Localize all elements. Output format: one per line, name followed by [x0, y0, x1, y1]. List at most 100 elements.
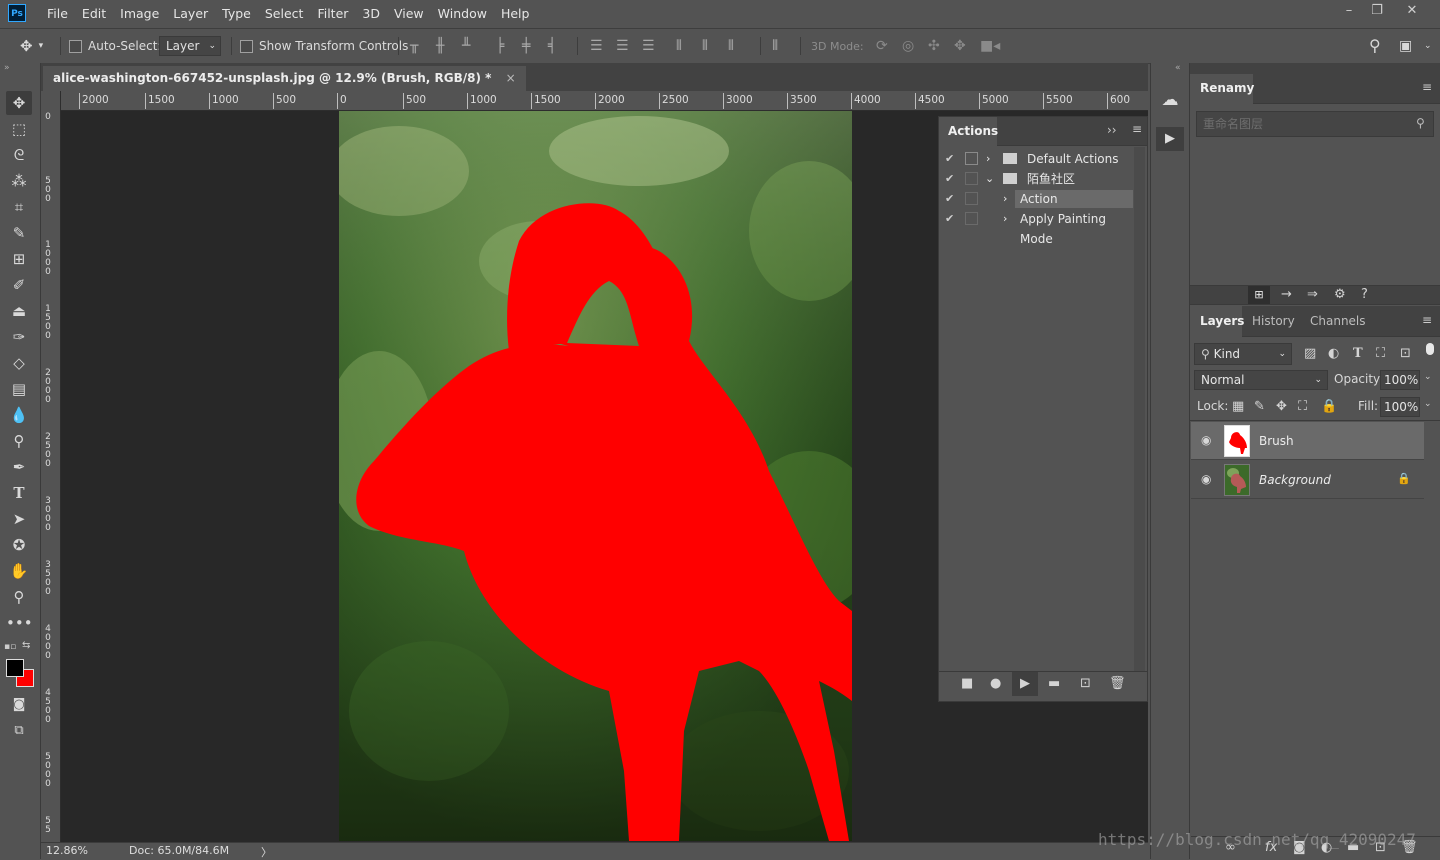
- menu-file[interactable]: File: [40, 6, 75, 21]
- blend-mode-dropdown[interactable]: Normal ⌄: [1194, 370, 1328, 390]
- menu-layer[interactable]: Layer: [166, 6, 215, 21]
- marquee-tool-icon[interactable]: ⬚: [6, 117, 32, 141]
- magic-wand-tool-icon[interactable]: ⁂: [6, 169, 32, 193]
- visibility-eye-icon[interactable]: ◉: [1201, 472, 1215, 486]
- new-action-icon[interactable]: ⊡: [1080, 676, 1091, 692]
- horizontal-ruler[interactable]: 2000 1500 1000 500 0 500 1000 1500 2000 2500 3000 3…: [60, 91, 1148, 111]
- check-icon[interactable]: ✔: [945, 172, 958, 185]
- history-brush-tool-icon[interactable]: ✑: [6, 325, 32, 349]
- tab-renamy[interactable]: Renamy: [1190, 74, 1254, 104]
- blur-tool-icon[interactable]: 💧: [6, 403, 32, 427]
- screen-mode-icon[interactable]: ⧉: [6, 719, 32, 743]
- layer-name[interactable]: Brush: [1259, 422, 1294, 460]
- menu-3d[interactable]: 3D: [355, 6, 387, 21]
- distribute-right-icon[interactable]: ⫴: [728, 38, 734, 54]
- path-selection-tool-icon[interactable]: ➤: [6, 507, 32, 531]
- zoom-level[interactable]: 12.86%: [46, 844, 88, 857]
- action-set-row[interactable]: ✔ › Default Actions: [939, 149, 1134, 169]
- dodge-tool-icon[interactable]: ⚲: [6, 429, 32, 453]
- align-right-icon[interactable]: ╡: [548, 38, 556, 54]
- stop-icon[interactable]: ■: [961, 676, 973, 692]
- chevron-right-icon[interactable]: ›: [1003, 209, 1007, 229]
- tab-actions[interactable]: Actions: [939, 117, 998, 146]
- filter-toggle-icon[interactable]: [1426, 343, 1434, 355]
- panel-menu-icon[interactable]: ≡: [1422, 80, 1432, 94]
- swap-colors-icon[interactable]: ⇆: [22, 640, 30, 651]
- filter-shape-icon[interactable]: ⛶: [1376, 346, 1385, 362]
- creative-cloud-icon[interactable]: ☁: [1156, 87, 1184, 113]
- auto-select-checkbox[interactable]: Auto-Select:: [69, 29, 161, 63]
- type-tool-icon[interactable]: T: [6, 481, 32, 505]
- chevron-down-icon[interactable]: ⌄: [1424, 372, 1432, 382]
- move-tool-preset-icon[interactable]: ✥ ▾: [20, 29, 43, 63]
- eraser-tool-icon[interactable]: ◇: [6, 351, 32, 375]
- show-transform-checkbox[interactable]: Show Transform Controls: [240, 29, 408, 63]
- filter-type-icon[interactable]: T: [1353, 346, 1363, 362]
- panel-menu-icon[interactable]: ≡: [1132, 122, 1142, 136]
- eyedropper-tool-icon[interactable]: ✎: [6, 221, 32, 245]
- auto-select-dropdown[interactable]: Layer ⌄: [159, 36, 221, 56]
- arrow-right-icon[interactable]: →: [1281, 287, 1292, 303]
- align-top-icon[interactable]: ╥: [410, 38, 418, 54]
- image-canvas[interactable]: [339, 111, 852, 841]
- distribute-left-icon[interactable]: ⫴: [676, 38, 682, 54]
- check-icon[interactable]: ✔: [945, 192, 958, 205]
- actions-play-icon[interactable]: ▶: [1156, 127, 1184, 151]
- lock-pixels-icon[interactable]: ✎: [1254, 399, 1265, 415]
- lock-transparency-icon[interactable]: ▦: [1232, 399, 1244, 415]
- trash-icon[interactable]: 🗑: [1109, 676, 1126, 692]
- chevron-right-icon[interactable]: ›: [986, 149, 990, 169]
- fill-input[interactable]: 100%: [1380, 397, 1420, 417]
- chevron-right-icon[interactable]: ›: [1003, 189, 1007, 209]
- align-bottom-icon[interactable]: ╨: [462, 38, 470, 54]
- menu-filter[interactable]: Filter: [310, 6, 355, 21]
- dialog-toggle-icon[interactable]: [965, 172, 978, 185]
- menu-help[interactable]: Help: [494, 6, 537, 21]
- search-icon[interactable]: ⚲: [1416, 116, 1425, 130]
- distribute-vcenter-icon[interactable]: ☰: [616, 38, 629, 54]
- tab-channels[interactable]: Channels: [1310, 307, 1366, 335]
- 3d-pan-icon[interactable]: ✣: [928, 38, 940, 54]
- auto-align-icon[interactable]: ⦀: [772, 38, 778, 54]
- move-tool-icon[interactable]: ✥: [6, 91, 32, 115]
- vertical-ruler[interactable]: 0 500 1000 1500 2000 2500 3000 3500 4000 4500 5000…: [41, 91, 61, 842]
- action-row[interactable]: ✔ › Apply Painting Mode: [939, 209, 1134, 246]
- panel-menu-icon[interactable]: ≡: [1422, 313, 1432, 327]
- foreground-color-swatch[interactable]: [6, 659, 24, 677]
- rename-icon[interactable]: ⊞: [1248, 286, 1270, 304]
- dialog-toggle-icon[interactable]: [965, 152, 978, 165]
- gradient-tool-icon[interactable]: ▤: [6, 377, 32, 401]
- lock-position-icon[interactable]: ✥: [1276, 399, 1287, 415]
- menu-image[interactable]: Image: [113, 6, 166, 21]
- help-icon[interactable]: ?: [1361, 287, 1368, 303]
- gear-icon[interactable]: ⚙: [1334, 287, 1346, 303]
- layer-row[interactable]: ◉ Background 🔒: [1191, 461, 1424, 499]
- distribute-bottom-icon[interactable]: ☰: [642, 38, 655, 54]
- filter-pixel-icon[interactable]: ▨: [1304, 346, 1316, 362]
- collapse-arrows-icon[interactable]: «: [1175, 63, 1181, 73]
- align-vcenter-icon[interactable]: ╫: [436, 38, 444, 54]
- double-arrow-icon[interactable]: ⇒: [1307, 287, 1318, 303]
- menu-select[interactable]: Select: [258, 6, 311, 21]
- menu-type[interactable]: Type: [215, 6, 258, 21]
- align-left-icon[interactable]: ╞: [496, 38, 504, 54]
- hand-tool-icon[interactable]: ✋: [6, 559, 32, 583]
- lasso-tool-icon[interactable]: ᘓ: [6, 143, 32, 167]
- 3d-slide-icon[interactable]: ✥: [954, 38, 966, 54]
- new-set-folder-icon[interactable]: ▬: [1048, 676, 1060, 692]
- menu-edit[interactable]: Edit: [75, 6, 113, 21]
- custom-shape-tool-icon[interactable]: ✪: [6, 533, 32, 557]
- layer-row[interactable]: ◉ Brush: [1191, 422, 1424, 460]
- chevron-down-icon[interactable]: ⌄: [985, 169, 994, 189]
- 3d-scale-icon[interactable]: ■◂: [980, 38, 1000, 54]
- healing-brush-tool-icon[interactable]: ⊞: [6, 247, 32, 271]
- search-icon[interactable]: ⚲: [1369, 38, 1381, 54]
- visibility-eye-icon[interactable]: ◉: [1201, 433, 1215, 447]
- filter-smart-object-icon[interactable]: ⊡: [1400, 346, 1411, 362]
- lock-artboard-icon[interactable]: ⛶: [1298, 399, 1307, 415]
- distribute-hcenter-icon[interactable]: ⫴: [702, 38, 708, 54]
- document-tab[interactable]: alice-washington-667452-unsplash.jpg @ 1…: [43, 66, 526, 91]
- expand-panel-icon[interactable]: ››: [1107, 123, 1117, 137]
- clone-stamp-tool-icon[interactable]: ⏏: [6, 299, 32, 323]
- distribute-top-icon[interactable]: ☰: [590, 38, 603, 54]
